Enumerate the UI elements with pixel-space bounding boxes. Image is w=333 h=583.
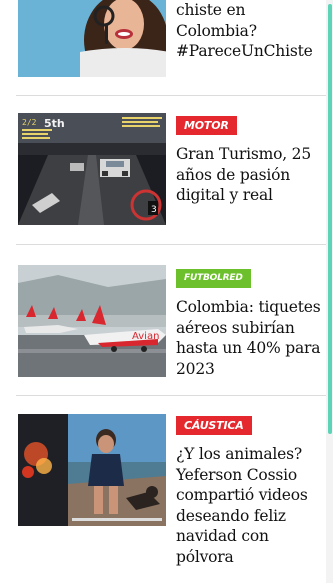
news-feed: chiste en Colombia? #PareceUnChiste 3 2/… xyxy=(0,0,326,583)
section-badge[interactable]: MOTOR xyxy=(176,116,237,135)
section-badge[interactable]: FUTBOLRED xyxy=(176,269,251,288)
article-headline[interactable]: ¿Y los animales? Yeferson Cossio compart… xyxy=(176,444,326,567)
article-image[interactable] xyxy=(18,414,166,526)
article-card[interactable]: 3 2/2 5th MOTOR Gran Turismo, 25 años de… xyxy=(16,96,326,244)
article-image[interactable]: 3 2/2 5th xyxy=(18,113,166,225)
section-badge[interactable]: CÁUSTICA xyxy=(176,416,252,435)
article-card[interactable]: CÁUSTICA ¿Y los animales? Yeferson Cossi… xyxy=(16,396,326,583)
article-card[interactable]: Avian FUTBOLRED Colombia: tiquetes aéreo… xyxy=(16,245,326,395)
article-headline[interactable]: Gran Turismo, 25 años de pasión digital … xyxy=(176,144,326,206)
article-card[interactable]: chiste en Colombia? #PareceUnChiste xyxy=(16,0,326,95)
scrollbar[interactable] xyxy=(326,0,333,583)
gear-readout: 3 xyxy=(151,205,157,215)
article-image[interactable]: Avian xyxy=(18,265,166,377)
article-image[interactable] xyxy=(18,0,166,77)
airline-livery-text: Avian xyxy=(132,331,159,342)
hud-rank: 5th xyxy=(44,117,65,130)
hud-lap: 2/2 xyxy=(22,118,37,127)
scrollbar-thumb[interactable] xyxy=(328,4,332,434)
article-headline[interactable]: Colombia: tiquetes aéreos subirían hasta… xyxy=(176,297,326,379)
article-headline[interactable]: chiste en Colombia? #PareceUnChiste xyxy=(176,0,326,62)
